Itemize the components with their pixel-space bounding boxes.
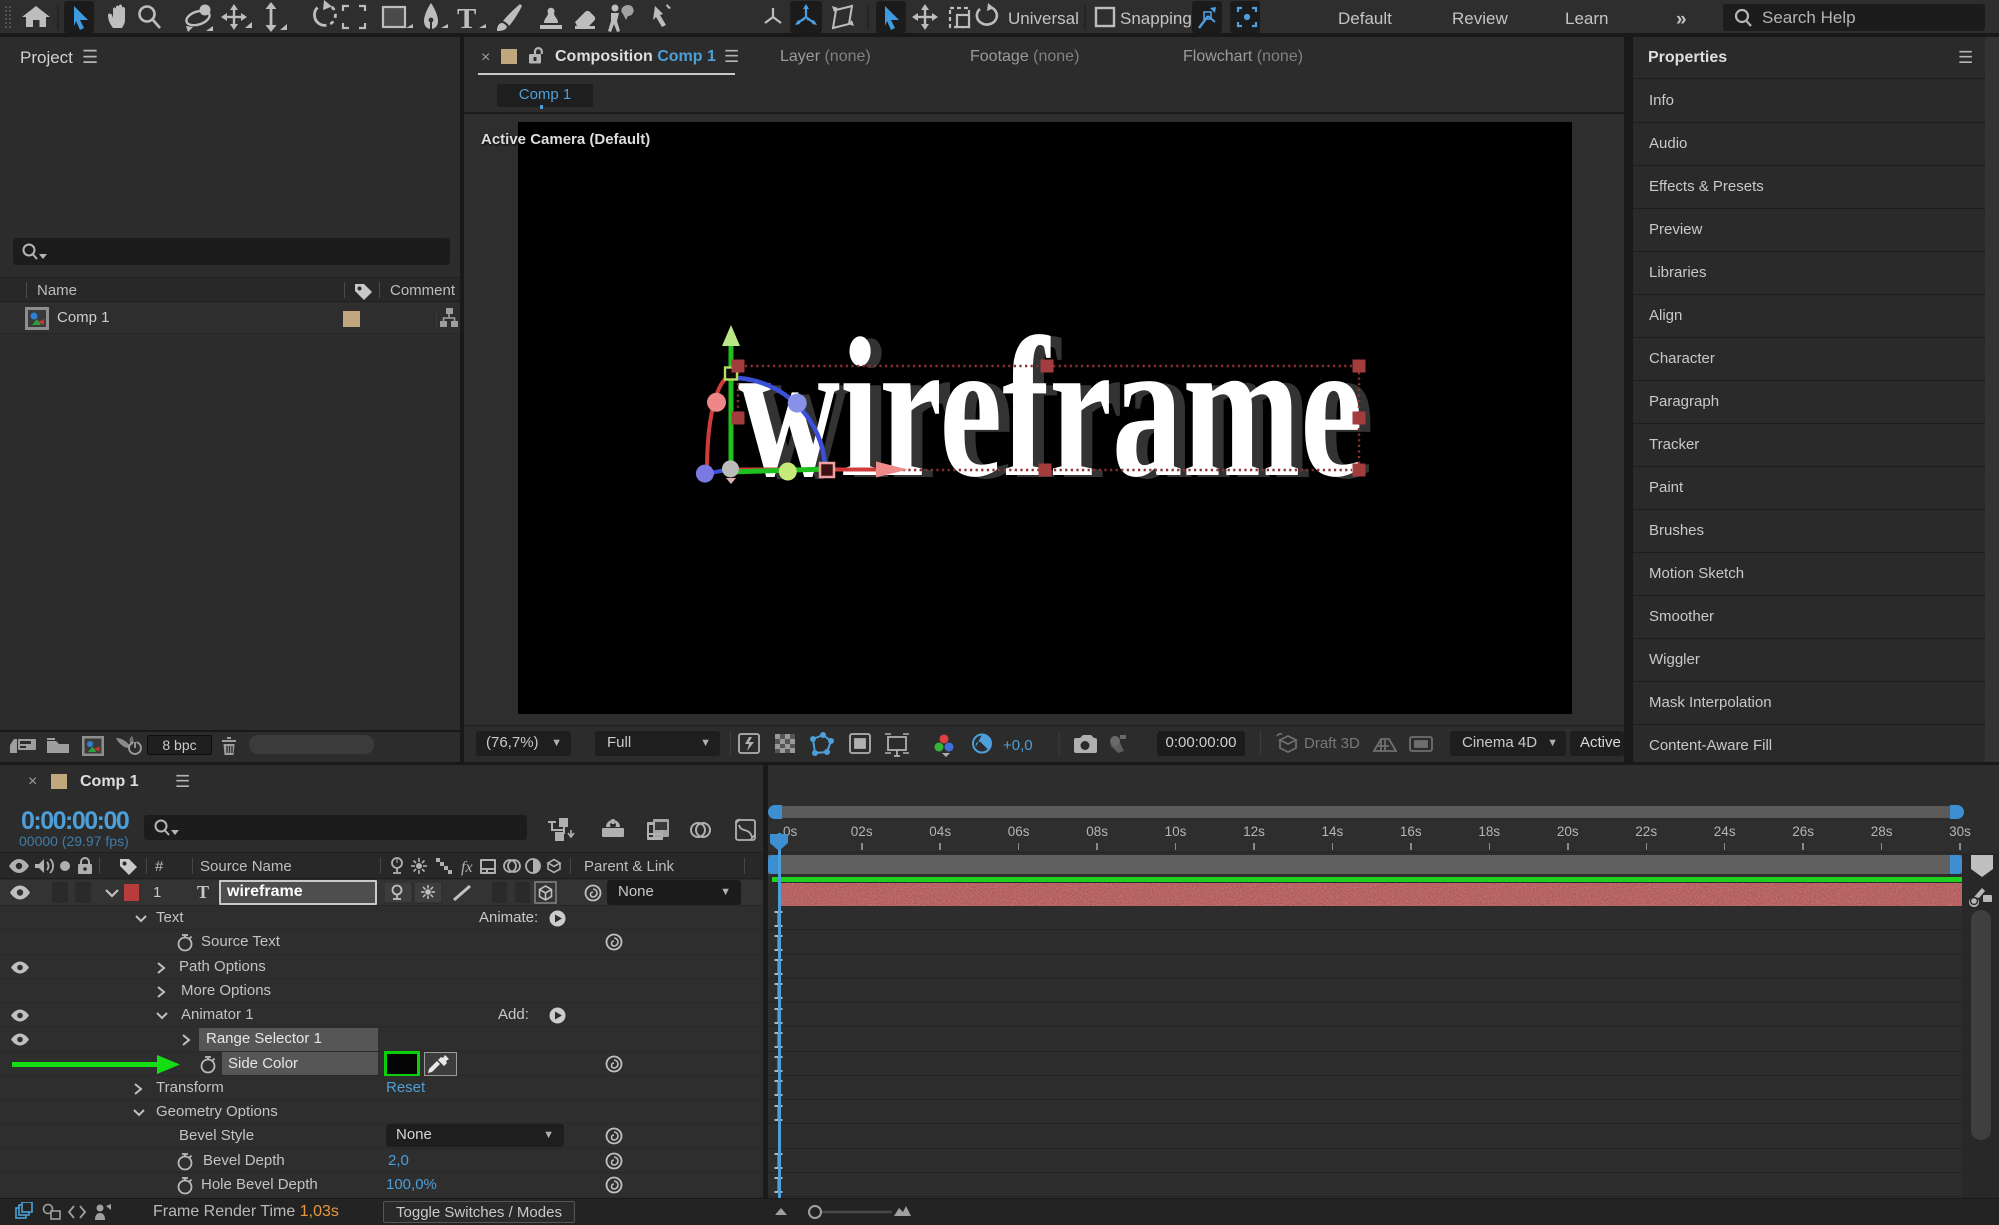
svg-text:+0,0: +0,0 xyxy=(1003,737,1033,754)
svg-text:Universal: Universal xyxy=(1008,9,1079,28)
svg-text:Snapping: Snapping xyxy=(1120,9,1192,28)
svg-text:T: T xyxy=(457,3,476,35)
svg-text:wireframe: wireframe xyxy=(738,298,1363,519)
svg-text:Learn: Learn xyxy=(1565,9,1608,28)
svg-text:Review: Review xyxy=(1452,9,1508,28)
svg-text:Search Help: Search Help xyxy=(1762,8,1856,27)
svg-text:Default: Default xyxy=(1338,9,1392,28)
svg-text:»: » xyxy=(1676,9,1687,30)
svg-text:fx: fx xyxy=(461,859,473,876)
